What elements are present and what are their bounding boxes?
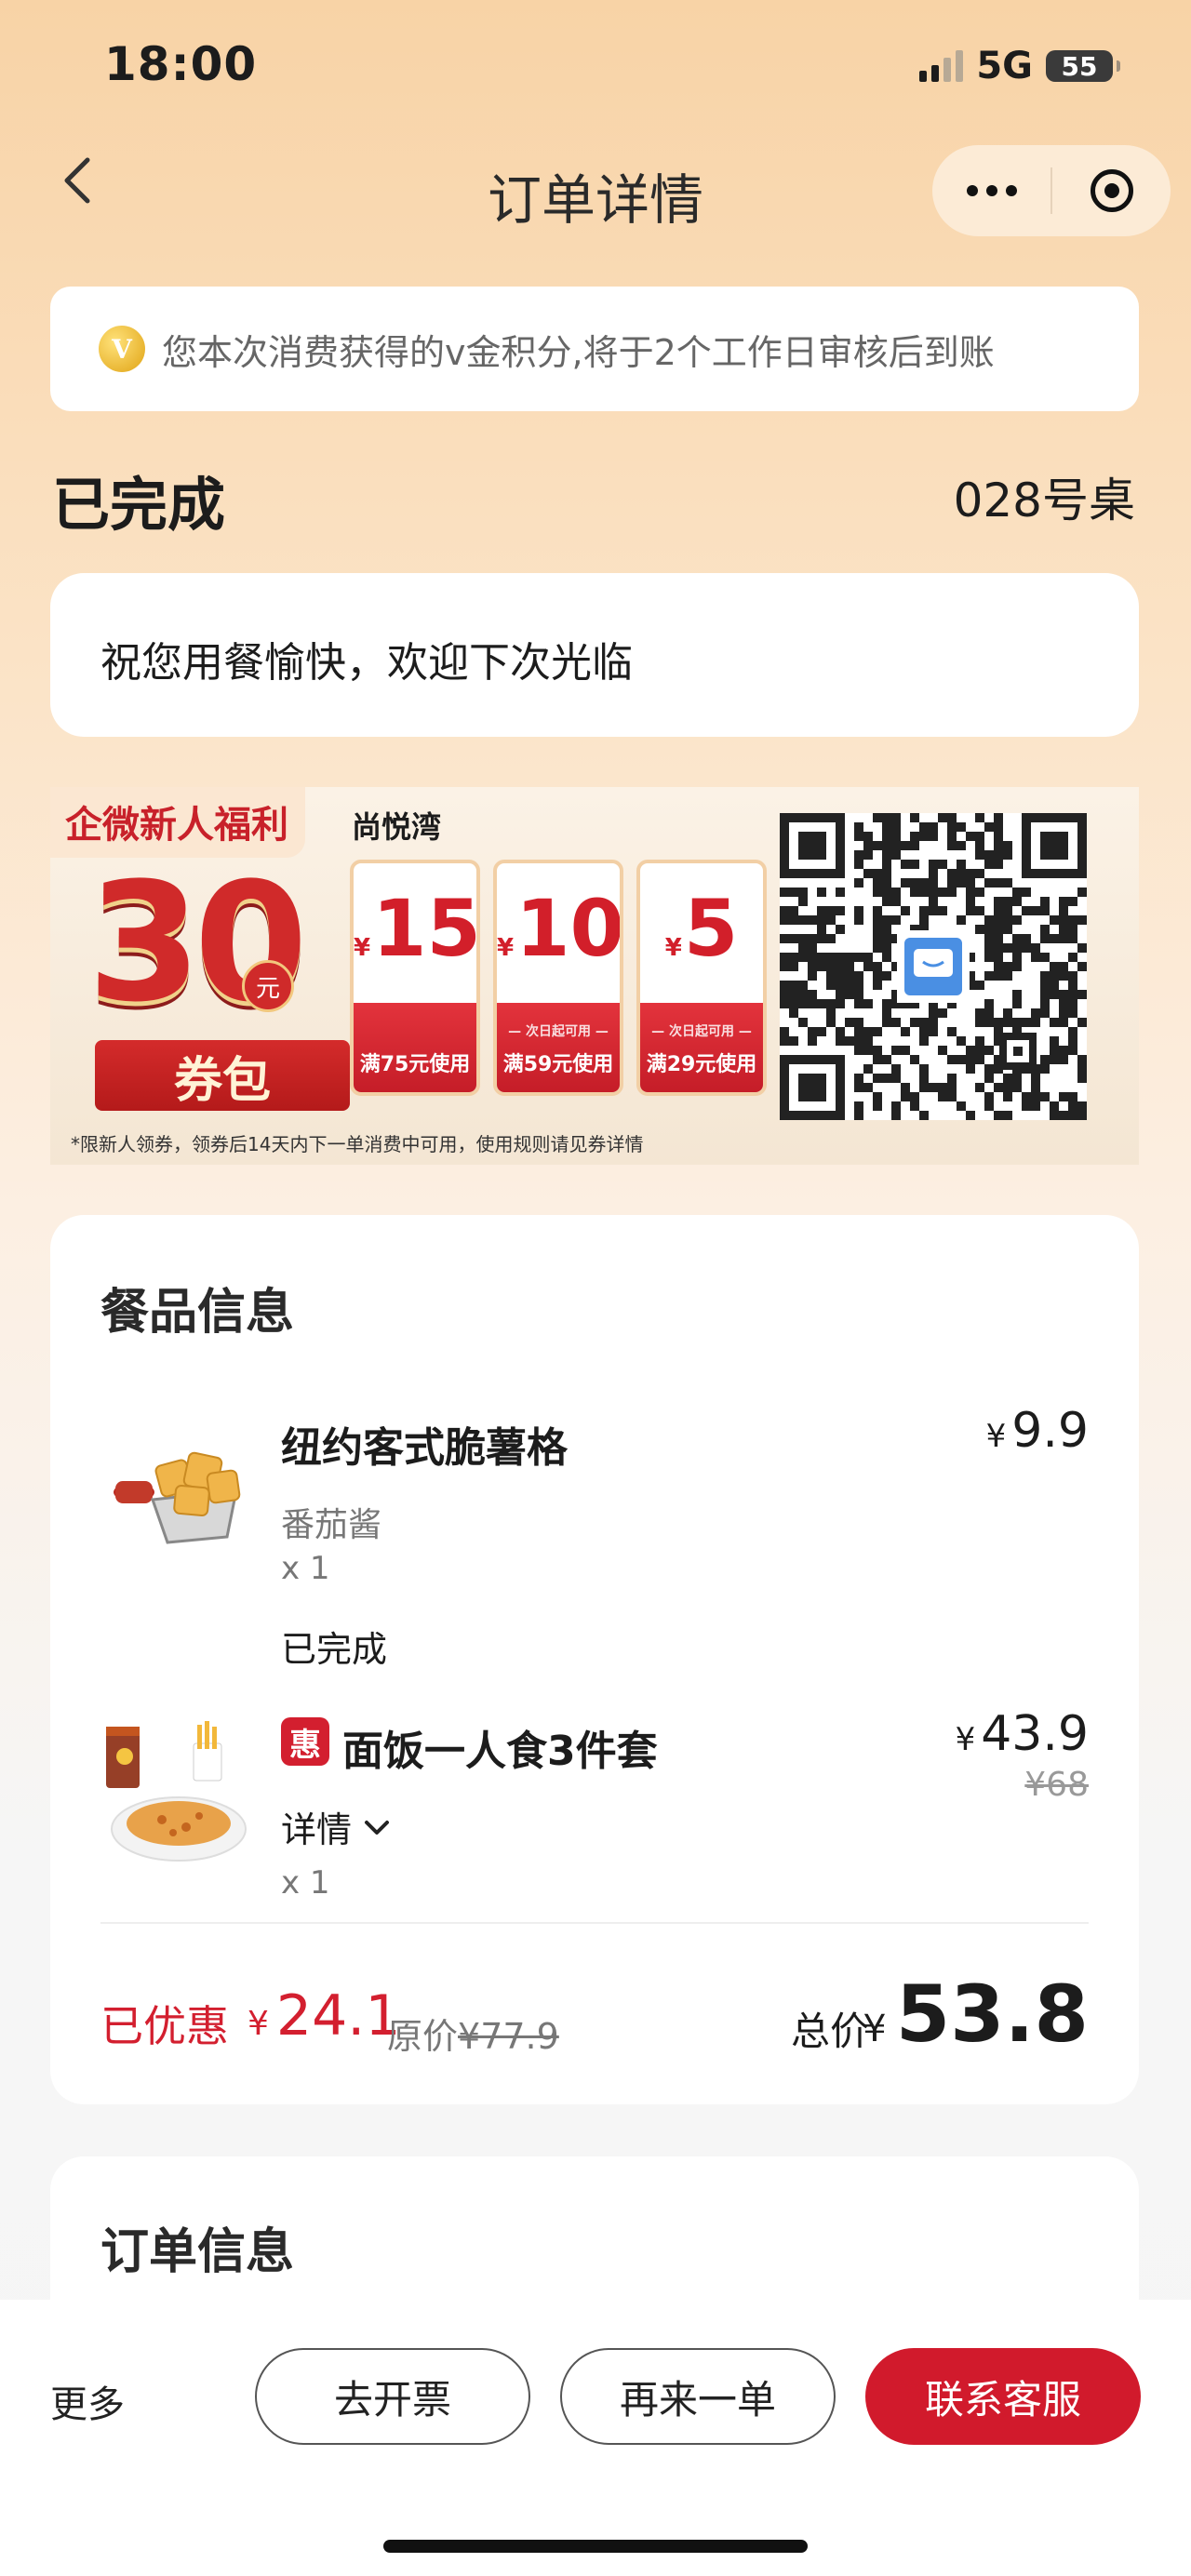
coupon-pack-label: 券包 bbox=[95, 1040, 350, 1111]
waffle-fries-image bbox=[114, 1451, 241, 1544]
item-name: 纽约客式脆薯格 bbox=[281, 1424, 568, 1472]
vcoin-icon: V bbox=[99, 326, 145, 372]
more-options-button[interactable] bbox=[932, 145, 1050, 236]
reorder-button[interactable]: 再来一单 bbox=[560, 2348, 836, 2445]
section-title: 餐品信息 bbox=[100, 1285, 295, 1341]
coupon-banner[interactable]: 企微新人福利 30 元 券包 尚悦湾 ¥15 满75元使用 ¥10 — 次日起可… bbox=[50, 787, 1139, 1165]
greeting-card: 祝您用餐愉快，欢迎下次光临 bbox=[50, 573, 1139, 737]
battery-icon: 55 bbox=[1046, 50, 1120, 82]
item-option: 番茄酱 bbox=[281, 1506, 382, 1544]
target-icon bbox=[1090, 169, 1133, 212]
coupon-amount: ¥10 bbox=[497, 883, 623, 974]
item-quantity: x 1 bbox=[281, 1550, 330, 1587]
points-notice: V 您本次消费获得的v金积分,将于2个工作日审核后到账 bbox=[50, 287, 1139, 411]
item-price: ¥9.9 bbox=[985, 1403, 1089, 1459]
coupon-amount: ¥5 bbox=[664, 883, 739, 974]
coupon-card: ¥15 满75元使用 bbox=[350, 860, 480, 1096]
order-status: 已完成 bbox=[52, 471, 226, 539]
status-indicators: 5G 55 bbox=[919, 45, 1120, 87]
coupon-condition: 满75元使用 bbox=[354, 1003, 476, 1092]
table-number: 028号桌 bbox=[953, 474, 1135, 527]
coupon-condition: — 次日起可用 — 满59元使用 bbox=[497, 1003, 620, 1092]
coupon-amount: ¥15 bbox=[354, 883, 480, 974]
chevron-down-icon bbox=[365, 1820, 390, 1835]
item-details-toggle[interactable]: 详情 bbox=[281, 1801, 393, 1852]
bottom-action-bar: 更多 去开票 再来一单 联系客服 bbox=[0, 2300, 1191, 2576]
item-image-rice-set[interactable] bbox=[97, 1717, 255, 1875]
items-card: 餐品信息 纽约客式脆薯格 ¥9.9 番茄酱 x 1 已完成 惠 面饭一人食3件套… bbox=[50, 1215, 1139, 2104]
item-quantity: x 1 bbox=[281, 1864, 330, 1902]
contact-service-button[interactable]: 联系客服 bbox=[865, 2348, 1141, 2445]
greeting-text: 祝您用餐愉快，欢迎下次光临 bbox=[100, 639, 633, 687]
close-miniprogram-button[interactable] bbox=[1052, 145, 1171, 236]
item-price: ¥43.9 bbox=[955, 1706, 1089, 1762]
more-button[interactable]: 更多 bbox=[50, 2374, 125, 2428]
status-time: 18:00 bbox=[104, 37, 258, 91]
qr-code[interactable] bbox=[780, 813, 1087, 1120]
discount-badge: 惠 bbox=[281, 1717, 329, 1766]
invoice-button[interactable]: 去开票 bbox=[255, 2348, 530, 2445]
section-title: 订单信息 bbox=[100, 2224, 295, 2280]
miniprogram-capsule bbox=[932, 145, 1171, 236]
item-status: 已完成 bbox=[281, 1629, 388, 1670]
home-indicator bbox=[383, 2540, 808, 2553]
total-label: 总价 bbox=[790, 2009, 869, 2054]
yuan-badge: 元 bbox=[242, 960, 294, 1012]
item-name: 面饭一人食3件套 bbox=[342, 1728, 658, 1775]
details-label: 详情 bbox=[281, 1809, 353, 1850]
qr-code-graphic bbox=[780, 813, 1087, 1120]
network-type: 5G bbox=[976, 45, 1033, 87]
discount-label: 已优惠 bbox=[100, 2001, 229, 2051]
coupon-condition: — 次日起可用 — 满29元使用 bbox=[640, 1003, 763, 1092]
divider bbox=[100, 1922, 1089, 1924]
notice-text: 您本次消费获得的v金积分,将于2个工作日审核后到账 bbox=[162, 331, 995, 373]
item-image-waffle-fries[interactable] bbox=[97, 1397, 255, 1555]
item-original-price: ¥68 bbox=[1024, 1766, 1089, 1804]
total-value: ¥53.8 bbox=[863, 1969, 1089, 2060]
signal-icon bbox=[919, 50, 964, 82]
discount-value: ¥24.1 bbox=[248, 1983, 401, 2049]
banner-footnote: *限新人领券，领券后14天内下一单消费中可用，使用规则请见券详情 bbox=[71, 1133, 644, 1155]
rice-set-image bbox=[106, 1721, 247, 1862]
coupon-card: ¥5 — 次日起可用 — 满29元使用 bbox=[636, 860, 767, 1096]
more-dots-icon bbox=[966, 185, 1017, 196]
original-total: 原价¥77.9 bbox=[387, 2016, 559, 2057]
brand-name: 尚悦湾 bbox=[352, 809, 442, 845]
coupon-card: ¥10 — 次日起可用 — 满59元使用 bbox=[493, 860, 623, 1096]
